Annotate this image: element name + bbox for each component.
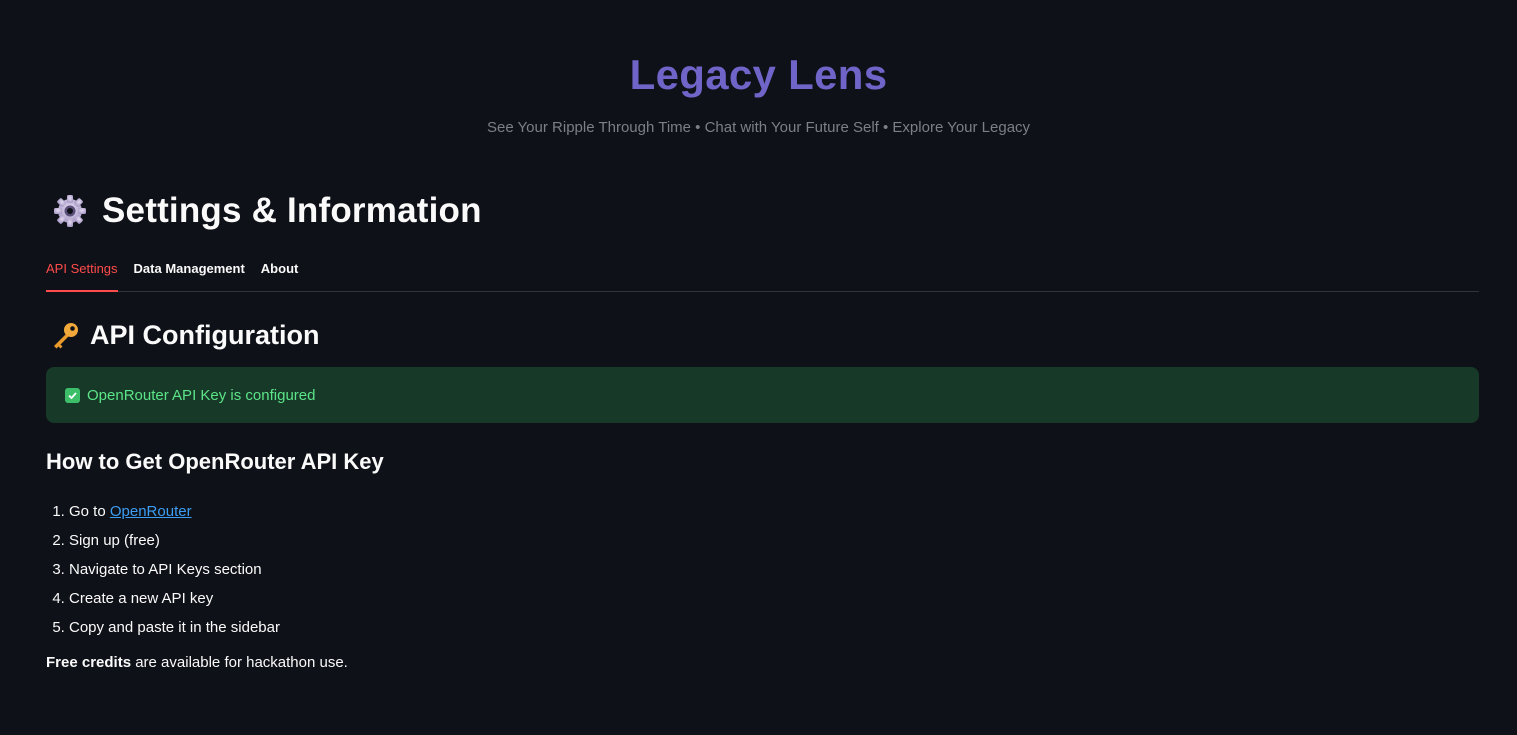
list-item: Copy and paste it in the sidebar	[69, 613, 1479, 642]
api-configuration-heading: API Configuration	[50, 320, 1479, 351]
success-alert: OpenRouter API Key is configured	[46, 367, 1479, 423]
howto-heading: How to Get OpenRouter API Key	[46, 449, 384, 474]
page-title-text: Settings & Information	[102, 191, 482, 230]
app-header: Legacy Lens See Your Ripple Through Time…	[0, 0, 1517, 138]
tab-about[interactable]: About	[261, 258, 299, 288]
status-message: OpenRouter API Key is configured	[87, 386, 316, 404]
list-item: Create a new API key	[69, 584, 1479, 613]
note-bold: Free credits	[46, 654, 132, 671]
list-item: Sign up (free)	[69, 526, 1479, 555]
gear-icon	[54, 195, 86, 227]
main-content: Settings & Information API Settings Data…	[46, 186, 1479, 671]
list-item: Go to OpenRouter	[69, 497, 1479, 526]
app-subtitle: See Your Ripple Through Time • Chat with…	[486, 119, 1031, 136]
page-title: Settings & Information	[52, 186, 1479, 236]
tab-api-settings[interactable]: API Settings	[46, 258, 118, 292]
checkmark-icon	[65, 387, 80, 403]
steps-list: Go to OpenRouter Sign up (free) Navigate…	[46, 497, 1479, 642]
app-title: Legacy Lens	[629, 51, 888, 98]
tab-data-management[interactable]: Data Management	[134, 258, 245, 288]
step-text: Go to	[69, 503, 110, 520]
note-text: are available for hackathon use.	[131, 654, 348, 671]
section-title: API Configuration	[90, 320, 320, 350]
tab-bar: API Settings Data Management About	[46, 258, 1479, 292]
list-item: Navigate to API Keys section	[69, 555, 1479, 584]
free-credits-note: Free credits are available for hackathon…	[46, 654, 1479, 671]
key-icon	[54, 322, 78, 348]
openrouter-link[interactable]: OpenRouter	[110, 503, 192, 520]
